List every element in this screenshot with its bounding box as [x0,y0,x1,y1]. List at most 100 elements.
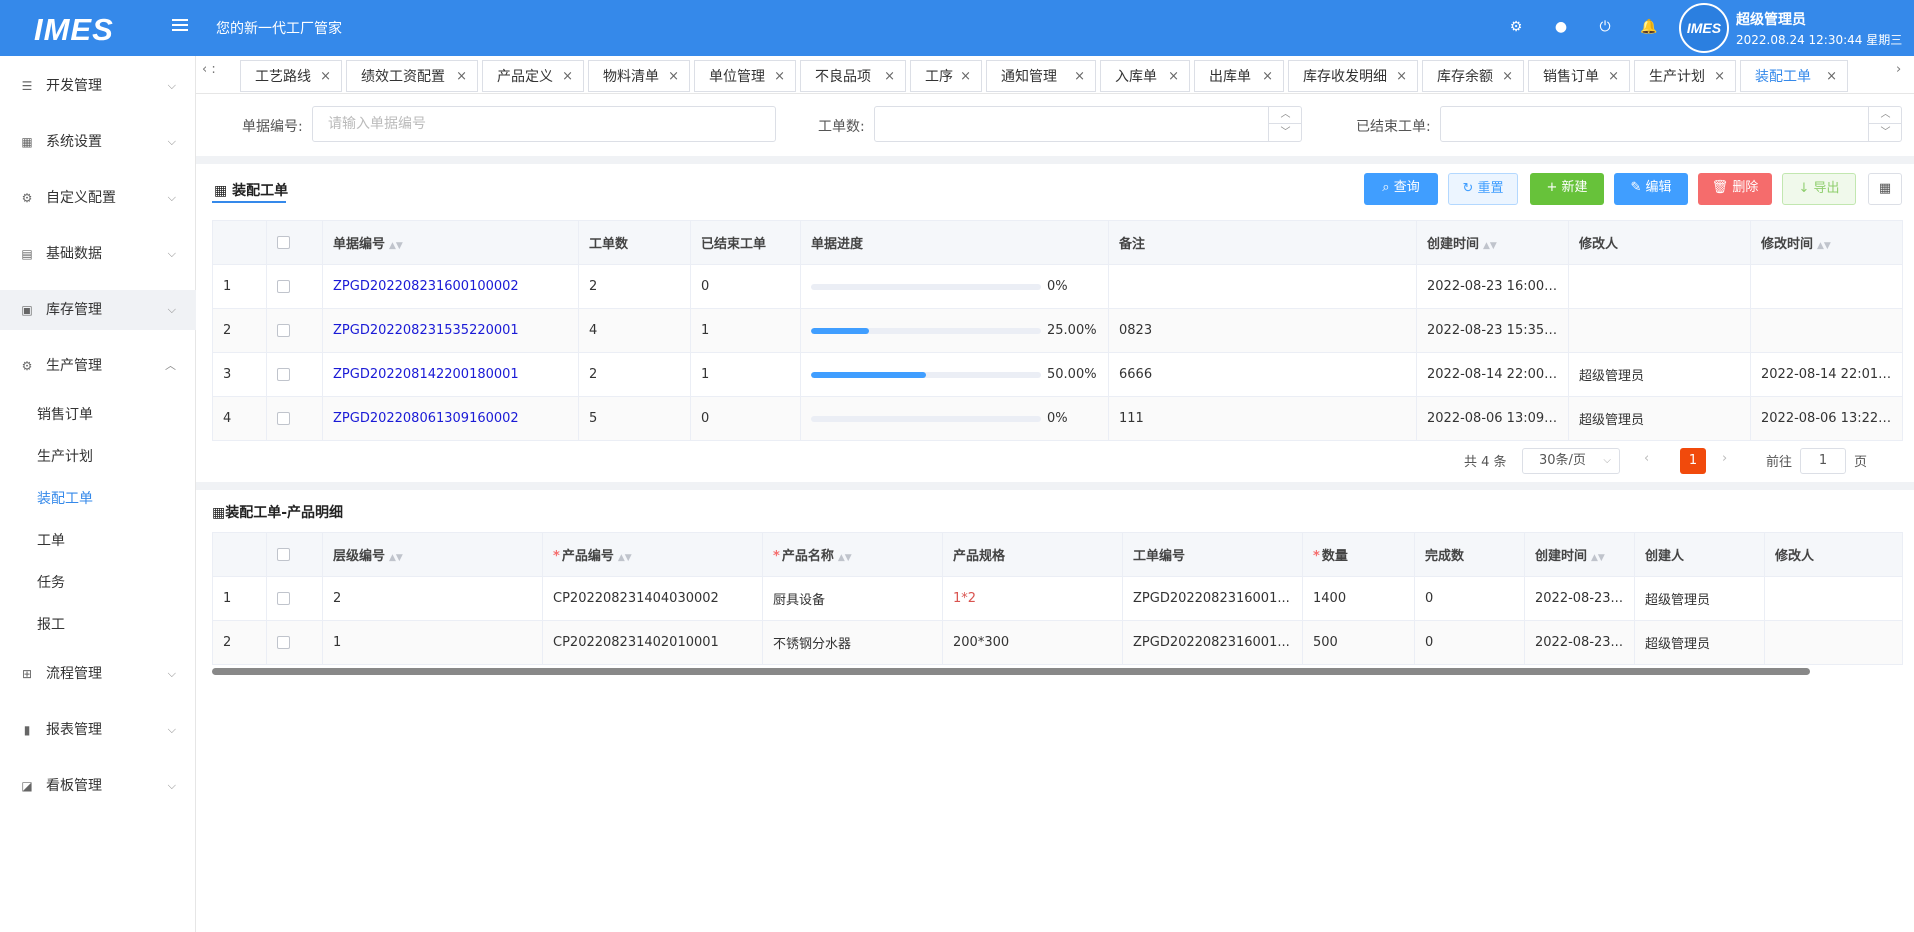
sort-icon[interactable]: ▲▼ [389,553,403,563]
tab-item[interactable]: 工序 × [910,60,982,92]
sort-icon[interactable]: ▲▼ [838,553,852,563]
sidebar-subitem-task[interactable]: 任务 [0,566,196,600]
tab-item[interactable]: 物料清单 × [588,60,690,92]
create-button[interactable]: + 新建 [1530,173,1604,205]
close-icon[interactable]: × [668,61,679,93]
table-row[interactable]: 3 ZPGD202208142200180001 2 1 50.00% 6666… [212,352,1903,397]
row-checkbox[interactable] [277,592,290,605]
close-icon[interactable]: × [884,61,895,93]
tab-item[interactable]: 库存余额 × [1422,60,1524,92]
power-icon[interactable]: ⏻ [1596,18,1614,36]
column-header[interactable]: * 产品编号 ▲▼ [542,532,763,577]
tab-item[interactable]: 销售订单 × [1528,60,1630,92]
sidebar-item-inventory[interactable]: ▣ 库存管理 ⌵ [0,290,196,330]
next-page-icon[interactable]: › [1722,451,1727,466]
sidebar-item-basic[interactable]: ▤ 基础数据 ⌵ [0,234,196,274]
page-number-current[interactable]: 1 [1680,448,1706,474]
row-checkbox[interactable] [277,280,290,293]
finished-stepper[interactable]: ︿ ﹀ [1868,106,1902,142]
reset-button[interactable]: ↻ 重置 [1448,173,1518,205]
doc-no-link[interactable]: ZPGD202208142200180001 [333,367,519,382]
close-icon[interactable]: × [562,61,573,93]
table-row[interactable]: 4 ZPGD202208061309160002 5 0 0% 111 2022… [212,396,1903,441]
prev-page-icon[interactable]: ‹ [1644,451,1649,466]
work-count-stepper[interactable]: ︿ ﹀ [1268,106,1302,142]
tab-item[interactable]: 通知管理 × [986,60,1096,92]
goto-page-input[interactable]: 1 [1800,448,1846,474]
bell-icon[interactable]: 🔔 [1640,18,1658,36]
sidebar-item-process[interactable]: ⊞ 流程管理 ⌵ [0,654,196,694]
sidebar-item-report[interactable]: ▮ 报表管理 ⌵ [0,710,196,750]
close-icon[interactable]: × [456,61,467,93]
tab-item[interactable]: 入库单 × [1100,60,1190,92]
tab-item[interactable]: 绩效工资配置 × [346,60,478,92]
column-header[interactable]: 创建时间 ▲▼ [1416,220,1569,265]
close-icon[interactable]: × [1074,61,1085,93]
tab-item[interactable]: 工艺路线 × [240,60,342,92]
close-icon[interactable]: × [1262,61,1273,93]
column-settings-icon[interactable]: ▦ [1868,173,1902,205]
column-header[interactable]: 修改时间 ▲▼ [1750,220,1903,265]
tab-item[interactable]: 不良品项 × [800,60,906,92]
close-icon[interactable]: × [1608,61,1619,93]
close-icon[interactable]: × [1502,61,1513,93]
table-row[interactable]: 2 ZPGD202208231535220001 4 1 25.00% 0823… [212,308,1903,353]
close-icon[interactable]: × [320,61,331,93]
work-count-input[interactable] [874,106,1302,142]
close-icon[interactable]: × [1714,61,1725,93]
delete-button[interactable]: 🗑 删除 [1698,173,1772,205]
row-checkbox[interactable] [277,368,290,381]
table-row[interactable]: 2 1 CP202208231402010001 不锈钢分水器 200*300 … [212,620,1903,665]
sidebar-item-production[interactable]: ⚙ 生产管理 ︿ [0,346,196,386]
row-checkbox[interactable] [277,324,290,337]
column-header[interactable]: * 产品名称 ▲▼ [762,532,943,577]
export-button[interactable]: ↓ 导出 [1782,173,1856,205]
tab-item[interactable]: 单位管理 × [694,60,796,92]
close-icon[interactable]: × [1396,61,1407,93]
sidebar-subitem-report-work[interactable]: 报工 [0,608,196,642]
sidebar-item-board[interactable]: ◪ 看板管理 ⌵ [0,766,196,806]
doc-no-input[interactable]: 请输入单据编号 [312,106,776,142]
sidebar-item-system[interactable]: ▦ 系统设置 ⌵ [0,122,196,162]
edit-button[interactable]: ✎ 编辑 [1614,173,1688,205]
close-icon[interactable]: × [960,61,971,93]
sidebar-subitem-work-order[interactable]: 工单 [0,524,196,558]
row-checkbox[interactable] [277,636,290,649]
close-icon[interactable]: × [774,61,785,93]
menu-toggle-icon[interactable] [172,16,188,31]
column-header[interactable]: 创建时间 ▲▼ [1524,532,1635,577]
settings-gear-icon[interactable]: ⚙ [1507,18,1525,36]
tab-item[interactable]: 产品定义 × [482,60,584,92]
column-header[interactable]: 层级编号 ▲▼ [322,532,543,577]
sidebar-subitem-sales-order[interactable]: 销售订单 [0,398,196,432]
sort-icon[interactable]: ▲▼ [618,553,632,563]
select-all-checkbox[interactable] [277,548,290,561]
finished-input[interactable] [1440,106,1902,142]
page-size-select[interactable]: 30条/页 ⌵ [1522,448,1620,474]
sort-icon[interactable]: ▲▼ [1817,241,1831,251]
horizontal-scrollbar[interactable] [212,668,1810,675]
sidebar-item-dev[interactable]: ☰ 开发管理 ⌵ [0,66,196,106]
close-icon[interactable]: × [1168,61,1179,93]
sidebar-item-custom[interactable]: ⚙ 自定义配置 ⌵ [0,178,196,218]
avatar[interactable]: IMES [1679,3,1729,53]
doc-no-link[interactable]: ZPGD202208231535220001 [333,323,519,338]
doc-no-link[interactable]: ZPGD202208061309160002 [333,411,519,426]
sort-icon[interactable]: ▲▼ [1591,553,1605,563]
tab-scroll-right-icon[interactable]: › [1896,62,1901,77]
select-all-checkbox[interactable] [277,236,290,249]
row-checkbox[interactable] [277,412,290,425]
user-icon[interactable]: ● [1552,18,1570,36]
doc-no-link[interactable]: ZPGD202208231600100002 [333,279,519,294]
tab-item[interactable]: 库存收发明细 × [1288,60,1418,92]
sidebar-subitem-assembly-order[interactable]: 装配工单 [0,482,196,516]
sort-icon[interactable]: ▲▼ [389,241,403,251]
tab-scroll-left-icon[interactable]: ‹ : [202,62,216,77]
sort-icon[interactable]: ▲▼ [1483,241,1497,251]
tab-item[interactable]: 出库单 × [1194,60,1284,92]
close-icon[interactable]: × [1826,61,1837,93]
sidebar-subitem-production-plan[interactable]: 生产计划 [0,440,196,474]
column-header[interactable]: 单据编号 ▲▼ [322,220,579,265]
query-button[interactable]: ⌕ 查询 [1364,173,1438,205]
tab-item-active[interactable]: 装配工单 × [1740,60,1848,92]
